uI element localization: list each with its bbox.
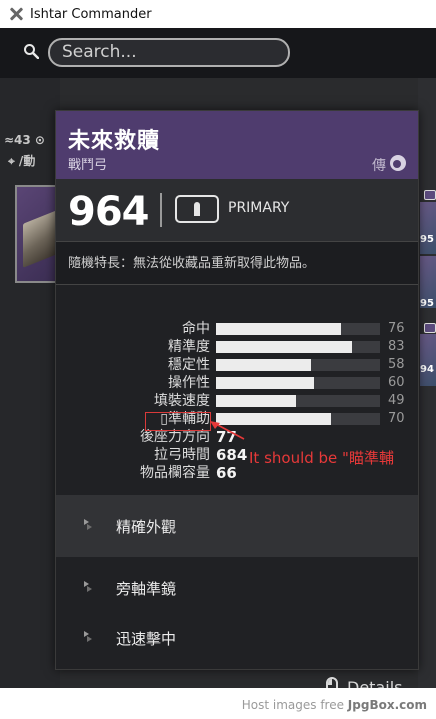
item-type: 戰鬥弓: [68, 158, 108, 173]
stat-row: 填裝速度 49: [56, 392, 418, 410]
item-popup-header: 未來救贖 戰鬥弓 傳: [56, 111, 418, 179]
inventory-item-power: 94: [420, 364, 434, 375]
random-perk-note: 隨機特長：無法從收藏品重新取得此物品。: [56, 241, 418, 285]
app-logo-icon: [8, 6, 24, 22]
power-row: 964 PRIMARY: [56, 179, 418, 241]
socket-label: 迅速擊中: [116, 630, 177, 648]
stat-label: 物品欄容量: [140, 465, 210, 481]
search-bar: Search...: [0, 28, 436, 78]
stat-bar: [216, 323, 380, 335]
stat-value: 83: [388, 339, 405, 354]
bow-weapon-icon: [23, 210, 57, 268]
stat-value: 58: [388, 357, 405, 372]
stat-row: 精準度 83: [56, 338, 418, 356]
stat-label: 操作性: [168, 375, 210, 391]
stat-bar: [216, 359, 380, 371]
annotation-arrow-icon: [210, 421, 245, 440]
window-title: Ishtar Commander: [30, 6, 152, 22]
socket-label: 旁軸準鏡: [116, 580, 177, 598]
stat-value: 49: [388, 393, 405, 408]
footer-text: Host images free: [241, 698, 348, 712]
annotation-highlight-box: [145, 412, 211, 431]
stat-bar-fill: [216, 359, 312, 371]
socket-row[interactable]: 迅速擊中: [56, 607, 418, 669]
stat-label: 命中: [182, 321, 210, 337]
stat-value: 684: [216, 446, 248, 464]
stat-bar-fill: [216, 323, 341, 335]
divider: [160, 193, 162, 227]
primary-ammo-icon: [175, 195, 219, 223]
app-area: Search... ≈43 ⊙ ⌖ /動 95 95 94 未來救贖 戰鬥弓 傳…: [0, 28, 436, 688]
power-level: 964: [68, 189, 149, 235]
stat-row: 命中 76: [56, 320, 418, 338]
stat-label: 填裝速度: [154, 393, 210, 409]
footer-brand[interactable]: JpgBox.com: [348, 698, 427, 712]
tier-badge-icon: [424, 190, 436, 200]
stat-bar: [216, 341, 380, 353]
socket-label: 精確外觀: [116, 518, 177, 536]
stat-bar-fill: [216, 377, 315, 389]
stat-bar: [216, 395, 380, 407]
socket-row[interactable]: 精確外觀: [56, 495, 418, 557]
mouse-icon: [326, 677, 338, 688]
perk-icon: [84, 581, 92, 592]
inventory-item-tile[interactable]: [420, 334, 436, 386]
stat-value: 66: [216, 464, 237, 482]
stat-label: 精準度: [168, 339, 210, 355]
stat-bar: [216, 377, 380, 389]
stat-value: 60: [388, 375, 405, 390]
perk-icon: [84, 519, 92, 530]
details-button[interactable]: Details: [347, 678, 402, 688]
stat-bar-fill: [216, 395, 297, 407]
stat-row: 穩定性 58: [56, 356, 418, 374]
stat-bar-fill: [216, 341, 353, 353]
item-name: 未來救贖: [68, 129, 161, 154]
stat-row: 操作性 60: [56, 374, 418, 392]
character-power-stat: ≈43 ⊙: [4, 133, 45, 147]
item-popup: 未來救贖 戰鬥弓 傳 964 PRIMARY 隨機特長：無法從收藏品重新取得此物…: [55, 110, 419, 688]
perk-icon: [84, 631, 92, 642]
stat-label: 拉弓時間: [154, 447, 210, 463]
inventory-item-power: 95: [420, 234, 434, 245]
inventory-item-power: 95: [420, 298, 434, 309]
element-icon: [390, 155, 406, 171]
tier-badge-icon: [424, 323, 436, 333]
inventory-left-column: [0, 78, 60, 688]
stat-value: 76: [388, 321, 405, 336]
inventory-item-tile[interactable]: [420, 202, 436, 254]
search-input[interactable]: Search...: [48, 38, 290, 67]
ammo-type-label: PRIMARY: [228, 200, 290, 216]
window-titlebar: Ishtar Commander: [0, 0, 436, 28]
character-class-label: ⌖ /動: [8, 154, 36, 168]
item-rarity: 傳: [372, 158, 386, 174]
annotation-text: It should be "瞄準輔: [249, 449, 394, 467]
stat-label: 穩定性: [168, 357, 210, 373]
search-icon[interactable]: [23, 43, 39, 59]
stat-value: 70: [388, 411, 405, 426]
host-footer: Host images free JpgBox.com: [0, 688, 436, 719]
